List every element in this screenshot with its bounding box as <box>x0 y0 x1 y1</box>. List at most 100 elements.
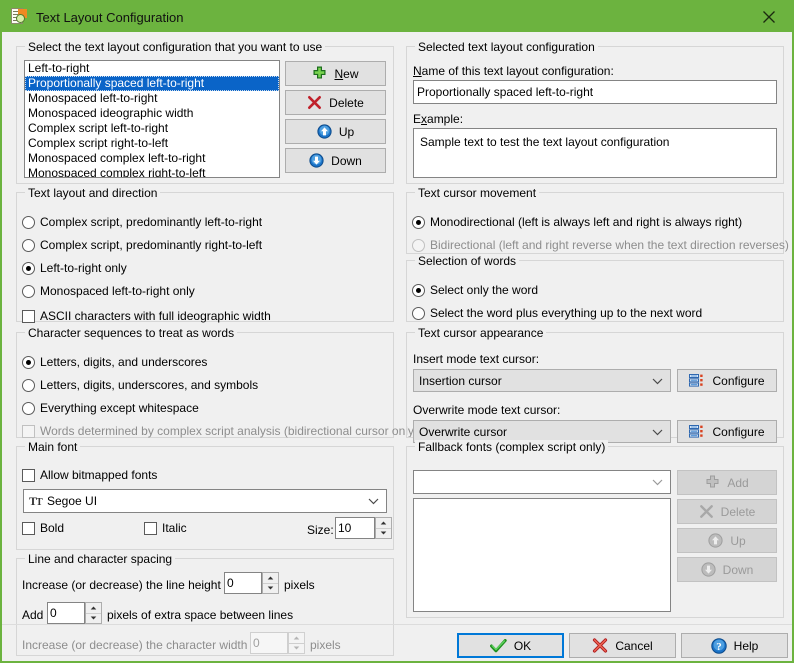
example-label-rest: ample: <box>427 112 464 126</box>
cursor-movement-legend: Text cursor movement <box>415 186 540 200</box>
delete-button-label: Delete <box>329 95 364 110</box>
select-configuration-legend: Select the text layout configuration tha… <box>25 40 326 54</box>
radio-indicator <box>412 306 425 320</box>
configuration-listbox[interactable]: Left-to-right Proportionally spaced left… <box>24 60 280 178</box>
delete-button[interactable]: Delete <box>285 90 386 115</box>
insert-cursor-label: Insert mode text cursor: <box>413 352 540 366</box>
configure-insert-cursor-button[interactable]: Configure <box>677 369 777 392</box>
radio-label: Everything except whitespace <box>40 401 199 415</box>
list-item[interactable]: Monospaced left-to-right <box>25 91 279 106</box>
fallback-font-combobox[interactable] <box>413 470 671 494</box>
font-size-spinner[interactable] <box>375 517 392 539</box>
insert-cursor-combobox[interactable]: Insertion cursor <box>413 369 671 392</box>
font-size-input[interactable]: 10 <box>335 517 375 539</box>
checkbox-label: Bold <box>40 521 65 535</box>
arrow-down-circle-icon <box>701 562 716 577</box>
fallback-fonts-listbox[interactable] <box>413 498 671 612</box>
list-item[interactable]: Monospaced ideographic width <box>25 106 279 121</box>
spinner-up-icon[interactable] <box>263 573 278 584</box>
radio-indicator <box>22 355 35 369</box>
checkbox-label: Allow bitmapped fonts <box>40 468 158 482</box>
radio-complex-rtl[interactable]: Complex script, predominantly right-to-l… <box>22 238 262 252</box>
spinner-up-icon <box>289 633 304 644</box>
checkbox-ascii-ideographic-width[interactable]: ASCII characters with full ideographic w… <box>22 309 271 323</box>
cancel-button[interactable]: Cancel <box>569 633 676 658</box>
radio-label: Letters, digits, and underscores <box>40 355 208 369</box>
plus-icon <box>312 66 327 81</box>
line-character-spacing-legend: Line and character spacing <box>25 552 176 566</box>
dialog-window: Text Layout Configuration Select the tex… <box>0 0 794 663</box>
help-button[interactable]: ? Help <box>681 633 788 658</box>
radio-letters-digits-underscores[interactable]: Letters, digits, and underscores <box>22 355 207 369</box>
checkbox-label: Words determined by complex script analy… <box>40 424 418 438</box>
example-textarea[interactable]: Sample text to test the text layout conf… <box>413 128 777 178</box>
radio-monospaced-ltr-only[interactable]: Monospaced left-to-right only <box>22 284 195 298</box>
configure-overwrite-cursor-button[interactable]: Configure <box>677 420 777 443</box>
radio-indicator <box>22 238 35 252</box>
line-height-label: Increase (or decrease) the line height b… <box>22 578 237 592</box>
radio-select-only-word[interactable]: Select only the word <box>412 283 538 297</box>
checkbox-indicator <box>22 424 35 438</box>
fallback-fonts-legend: Fallback fonts (complex script only) <box>415 440 609 454</box>
radio-everything-except-whitespace[interactable]: Everything except whitespace <box>22 401 199 415</box>
radio-label: Select only the word <box>430 283 539 297</box>
selected-configuration-legend: Selected text layout configuration <box>415 40 598 54</box>
radio-indicator <box>22 378 35 392</box>
spinner-down-icon[interactable] <box>263 584 278 594</box>
radio-monodirectional[interactable]: Monodirectional (left is always left and… <box>412 215 742 229</box>
radio-bidirectional: Bidirectional (left and right reverse wh… <box>412 238 789 252</box>
add-space-spinner[interactable] <box>85 602 102 624</box>
close-button[interactable] <box>746 2 792 32</box>
line-height-input[interactable]: 0 <box>224 572 262 594</box>
radio-ltr-only[interactable]: Left-to-right only <box>22 261 127 275</box>
new-button[interactable]: New <box>285 61 386 86</box>
arrow-up-circle-icon <box>317 124 332 139</box>
checkbox-italic[interactable]: Italic <box>144 521 187 535</box>
checkbox-bold[interactable]: Bold <box>22 521 64 535</box>
list-item[interactable]: Proportionally spaced left-to-right <box>25 76 279 91</box>
list-item[interactable]: Complex script right-to-left <box>25 136 279 151</box>
spinner-down-icon[interactable] <box>86 614 101 624</box>
list-item[interactable]: Monospaced complex right-to-left <box>25 166 279 177</box>
config-name-input[interactable]: Proportionally spaced left-to-right <box>413 80 777 104</box>
ok-button[interactable]: OK <box>457 633 564 658</box>
config-name-label-accel: N <box>413 64 422 78</box>
close-icon <box>763 11 775 23</box>
down-button[interactable]: Down <box>285 148 386 173</box>
spinner-down-icon[interactable] <box>376 529 391 539</box>
dialog-body: Select the text layout configuration tha… <box>2 32 792 661</box>
document-magnifier-icon <box>10 8 28 26</box>
list-item[interactable]: Monospaced complex left-to-right <box>25 151 279 166</box>
radio-label: Left-to-right only <box>40 261 127 275</box>
checkbox-allow-bitmapped-fonts[interactable]: Allow bitmapped fonts <box>22 468 157 482</box>
fallback-add-button: Add <box>677 470 777 495</box>
up-button[interactable]: Up <box>285 119 386 144</box>
overwrite-cursor-value: Overwrite cursor <box>419 424 508 439</box>
radio-complex-ltr[interactable]: Complex script, predominantly left-to-ri… <box>22 215 262 229</box>
checkbox-indicator <box>144 521 157 535</box>
configure-overwrite-label: Configure <box>712 424 765 439</box>
chevron-down-icon <box>368 494 379 508</box>
radio-indicator <box>22 401 35 415</box>
main-font-combobox[interactable]: TT Segoe UI <box>23 489 387 513</box>
line-height-spinner[interactable] <box>262 572 279 594</box>
fallback-down-button: Down <box>677 557 777 582</box>
radio-label: Bidirectional (left and right reverse wh… <box>430 238 789 252</box>
fallback-delete-label: Delete <box>720 504 756 519</box>
radio-letters-digits-underscores-symbols[interactable]: Letters, digits, underscores, and symbol… <box>22 378 258 392</box>
radio-select-word-plus[interactable]: Select the word plus everything up to th… <box>412 306 702 320</box>
spinner-up-icon[interactable] <box>376 518 391 529</box>
add-space-input[interactable]: 0 <box>47 602 85 624</box>
config-name-label: Name of this text layout configuration: <box>413 64 614 78</box>
configure-insert-label: Configure <box>712 373 765 388</box>
arrow-down-circle-icon <box>309 153 324 168</box>
list-item[interactable]: Left-to-right <box>25 61 279 76</box>
spinner-up-icon[interactable] <box>86 603 101 614</box>
list-item[interactable]: Complex script left-to-right <box>25 121 279 136</box>
fallback-delete-button: Delete <box>677 499 777 524</box>
checkbox-label: Italic <box>162 521 187 535</box>
radio-indicator <box>22 215 35 229</box>
char-width-suffix-label: pixels <box>310 638 341 652</box>
truetype-icon: TT <box>29 493 43 508</box>
chevron-down-icon <box>652 475 663 489</box>
